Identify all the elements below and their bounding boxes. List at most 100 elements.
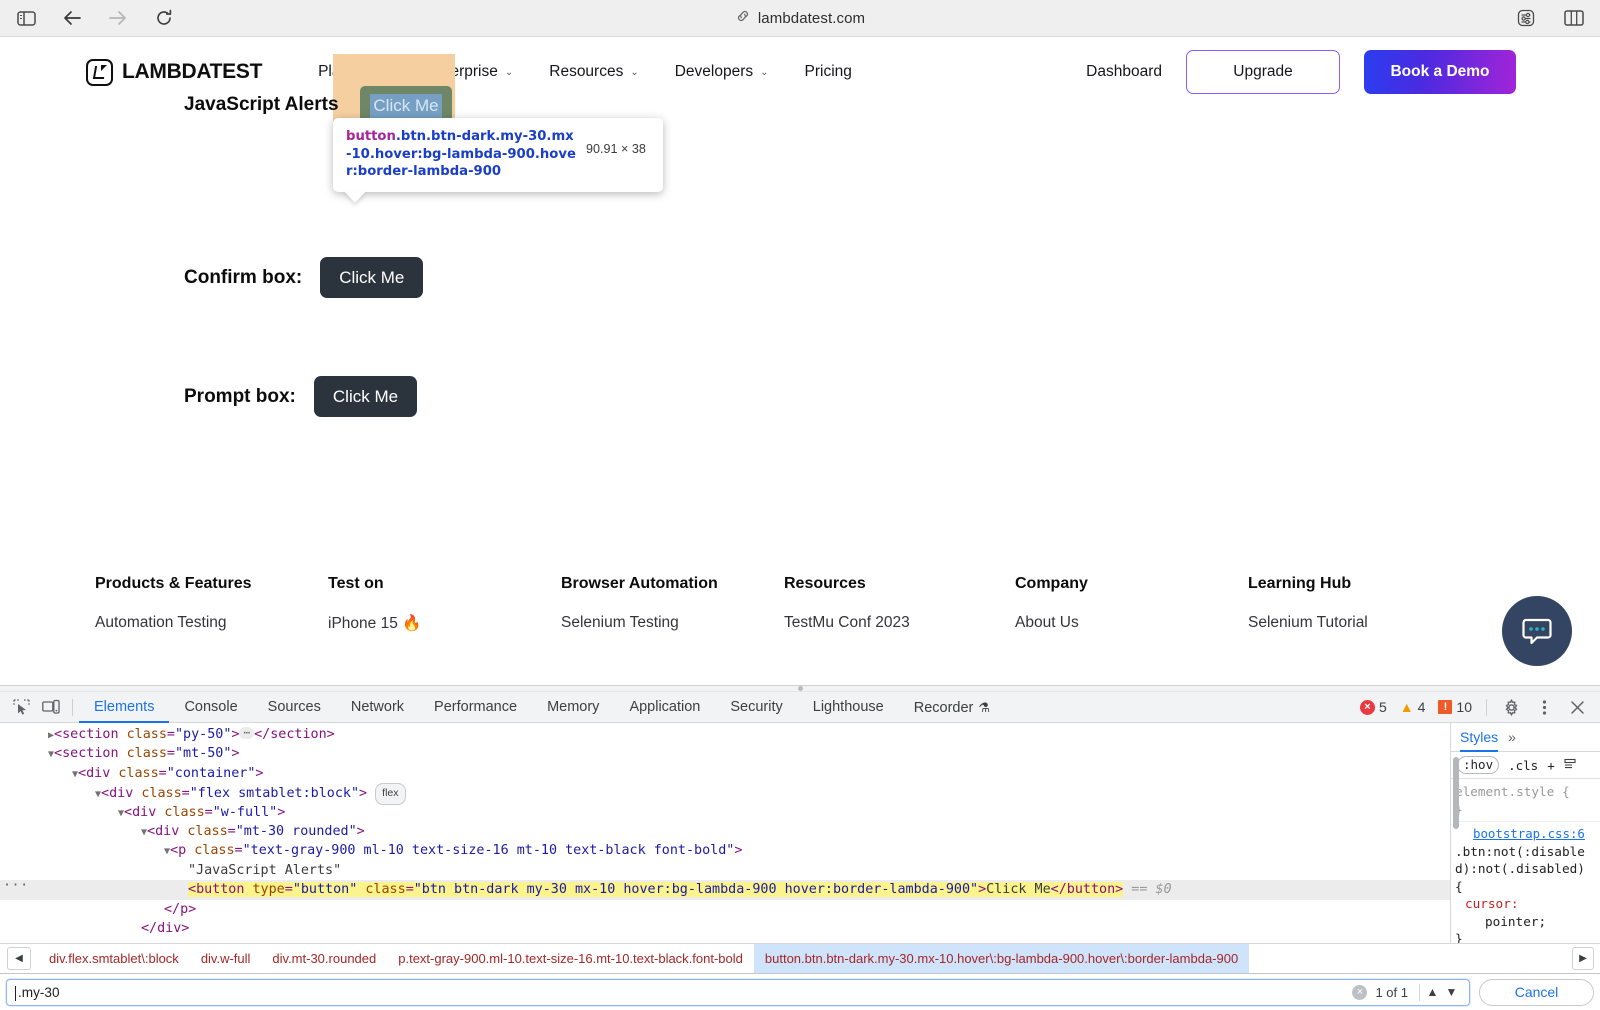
dom-line[interactable]: ▼<div class="mt-30 rounded"> — [0, 822, 1450, 841]
dashboard-link[interactable]: Dashboard — [1086, 63, 1162, 81]
footer-link[interactable]: Selenium Testing — [561, 614, 784, 632]
site-footer: Products & Features Automation Testing T… — [0, 575, 1600, 685]
chat-widget-button[interactable] — [1502, 596, 1572, 666]
prompt-box-button[interactable]: Click Me — [314, 376, 417, 417]
tab-lighthouse[interactable]: Lighthouse — [798, 692, 899, 723]
reload-icon[interactable] — [152, 6, 176, 30]
more-tabs-icon[interactable]: » — [1508, 729, 1516, 745]
nav-item-developers[interactable]: Developers ⌄ — [675, 63, 769, 81]
chevron-down-icon: ⌄ — [630, 67, 638, 78]
page-settings-icon[interactable] — [1514, 6, 1538, 30]
dom-line[interactable]: ▼<p class="text-gray-900 ml-10 text-size… — [0, 841, 1450, 860]
error-count: 5 — [1379, 699, 1387, 715]
close-icon[interactable] — [1562, 694, 1592, 720]
footer-heading: Company — [1015, 575, 1248, 593]
tab-security[interactable]: Security — [715, 692, 797, 723]
styles-rules-list[interactable]: element.style { } bootstrap.css:6 .btn:n… — [1451, 779, 1600, 943]
warning-count-badge[interactable]: ▲ 4 — [1395, 699, 1431, 715]
element-inspector-tooltip: button.btn.btn-dark.my-30.mx-10.hover:bg… — [333, 118, 663, 192]
inspect-element-icon[interactable] — [6, 694, 36, 720]
devtools-panel: Elements Console Sources Network Perform… — [0, 685, 1600, 1010]
tab-console[interactable]: Console — [169, 692, 252, 723]
prompt-box-label: Prompt box: — [184, 386, 296, 408]
cancel-button[interactable]: Cancel — [1479, 979, 1594, 1006]
confirm-box-row: Confirm box: Click Me — [184, 257, 1600, 298]
confirm-box-button[interactable]: Click Me — [320, 257, 423, 298]
clear-icon[interactable]: × — [1352, 985, 1367, 1000]
chevron-up-icon[interactable]: ▲ — [1423, 983, 1442, 1002]
styles-filter-bar: :hov .cls + — [1451, 752, 1600, 779]
devtools-body: ▶<section class="py-50">⋯</section> ▼<se… — [0, 723, 1600, 943]
tab-sources[interactable]: Sources — [253, 692, 336, 723]
error-count-badge[interactable]: × 5 — [1355, 699, 1392, 715]
tab-elements[interactable]: Elements — [79, 692, 169, 723]
tab-overview-icon[interactable] — [1562, 6, 1586, 30]
tab-styles[interactable]: Styles — [1460, 723, 1498, 752]
address-bar[interactable]: lambdatest.com — [0, 8, 1600, 29]
flex-badge[interactable]: flex — [375, 783, 405, 804]
new-style-rule-plus-icon[interactable]: + — [1547, 758, 1555, 773]
dom-line[interactable]: "JavaScript Alerts" — [0, 861, 1450, 880]
dom-line[interactable]: ▼<div class="w-full"> — [0, 803, 1450, 822]
page-viewport: LAMBDATEST Platform ⌄ Enterprise ⌄ Resou… — [0, 37, 1600, 685]
css-value[interactable]: pointer; — [1455, 913, 1600, 931]
footer-link[interactable]: About Us — [1015, 614, 1248, 632]
inspector-tag-name: button — [346, 129, 396, 144]
tab-recorder[interactable]: Recorder⚗ — [899, 692, 1005, 723]
device-toolbar-icon[interactable] — [36, 694, 66, 720]
footer-link[interactable]: TestMu Conf 2023 — [784, 614, 1015, 632]
tab-network[interactable]: Network — [336, 692, 419, 723]
collapsed-content-icon[interactable]: ⋯ — [239, 727, 254, 739]
tab-memory[interactable]: Memory — [532, 692, 614, 723]
gear-icon[interactable] — [1496, 694, 1526, 720]
more-options-icon[interactable] — [1529, 694, 1559, 720]
dom-line[interactable]: ▼<div class="container"> — [0, 764, 1450, 783]
footer-link[interactable]: Automation Testing — [95, 614, 328, 632]
info-count-badge[interactable]: ! 10 — [1433, 699, 1477, 715]
devtools-search-bar: .my-30 × 1 of 1 ▲ ▼ Cancel — [0, 973, 1600, 1010]
dom-line[interactable]: </div> — [0, 919, 1450, 938]
element-classes-button[interactable]: .cls — [1508, 758, 1538, 773]
breadcrumb-item-active[interactable]: button.btn.btn-dark.my-30.mx-10.hover\:b… — [754, 944, 1249, 974]
breadcrumb-item[interactable]: div.flex.smtablet\:block — [38, 944, 190, 974]
dom-tree[interactable]: ▶<section class="py-50">⋯</section> ▼<se… — [0, 723, 1450, 943]
nav-label: Developers — [675, 63, 753, 81]
inspector-selector: button.btn.btn-dark.my-30.mx-10.hover:bg… — [346, 128, 578, 181]
new-style-rule-icon[interactable] — [1564, 758, 1576, 773]
dom-line-selected[interactable]: <button type="button" class="btn btn-dar… — [0, 880, 1450, 899]
tab-performance[interactable]: Performance — [419, 692, 532, 723]
book-demo-button[interactable]: Book a Demo — [1364, 50, 1516, 94]
text-node: "JavaScript Alerts" — [188, 863, 341, 878]
dom-breadcrumb: ◀ div.flex.smtablet\:block div.w-full di… — [0, 943, 1600, 973]
styles-scrollbar[interactable] — [1453, 779, 1459, 829]
dom-line[interactable]: ▼<div class="flex smtablet:block"> flex — [0, 783, 1450, 802]
sidebar-toggle-icon[interactable] — [14, 6, 38, 30]
dom-line[interactable]: </p> — [0, 900, 1450, 919]
dom-line[interactable]: ▶<section class="py-50">⋯</section> — [0, 725, 1450, 744]
browser-nav-controls — [14, 6, 176, 30]
nav-item-pricing[interactable]: Pricing — [805, 63, 852, 81]
breadcrumb-scroll-left-icon[interactable]: ◀ — [7, 947, 31, 970]
stylesheet-link[interactable]: bootstrap.css:6 — [1473, 825, 1600, 843]
element-style-rule[interactable]: element.style { } — [1455, 783, 1600, 818]
breadcrumb-item[interactable]: div.w-full — [190, 944, 262, 974]
tab-application[interactable]: Application — [614, 692, 715, 723]
breadcrumb-item[interactable]: div.mt-30.rounded — [261, 944, 387, 974]
footer-column-company: Company About Us — [1015, 575, 1248, 633]
css-rule-close: } — [1455, 930, 1600, 943]
back-arrow-icon[interactable] — [60, 6, 84, 30]
warning-icon: ▲ — [1400, 700, 1414, 714]
search-input[interactable]: .my-30 × 1 of 1 ▲ ▼ — [6, 979, 1470, 1006]
lambdatest-logo[interactable]: LAMBDATEST — [86, 59, 262, 86]
nav-item-resources[interactable]: Resources ⌄ — [549, 63, 638, 81]
dom-line[interactable]: ▼<section class="mt-50"> — [0, 744, 1450, 763]
css-rule[interactable]: bootstrap.css:6 .btn:not(:disabled):not(… — [1455, 821, 1600, 943]
css-property[interactable]: cursor: — [1455, 895, 1600, 913]
selected-marker: == $0 — [1131, 882, 1171, 897]
footer-link[interactable]: iPhone 15 🔥 — [328, 614, 561, 633]
chevron-down-icon[interactable]: ▼ — [1442, 983, 1461, 1002]
breadcrumb-item[interactable]: p.text-gray-900.ml-10.text-size-16.mt-10… — [387, 944, 754, 974]
toggle-element-state-button[interactable]: :hov — [1457, 756, 1499, 774]
upgrade-button[interactable]: Upgrade — [1186, 50, 1340, 94]
breadcrumb-scroll-right-icon[interactable]: ▶ — [1572, 947, 1594, 970]
